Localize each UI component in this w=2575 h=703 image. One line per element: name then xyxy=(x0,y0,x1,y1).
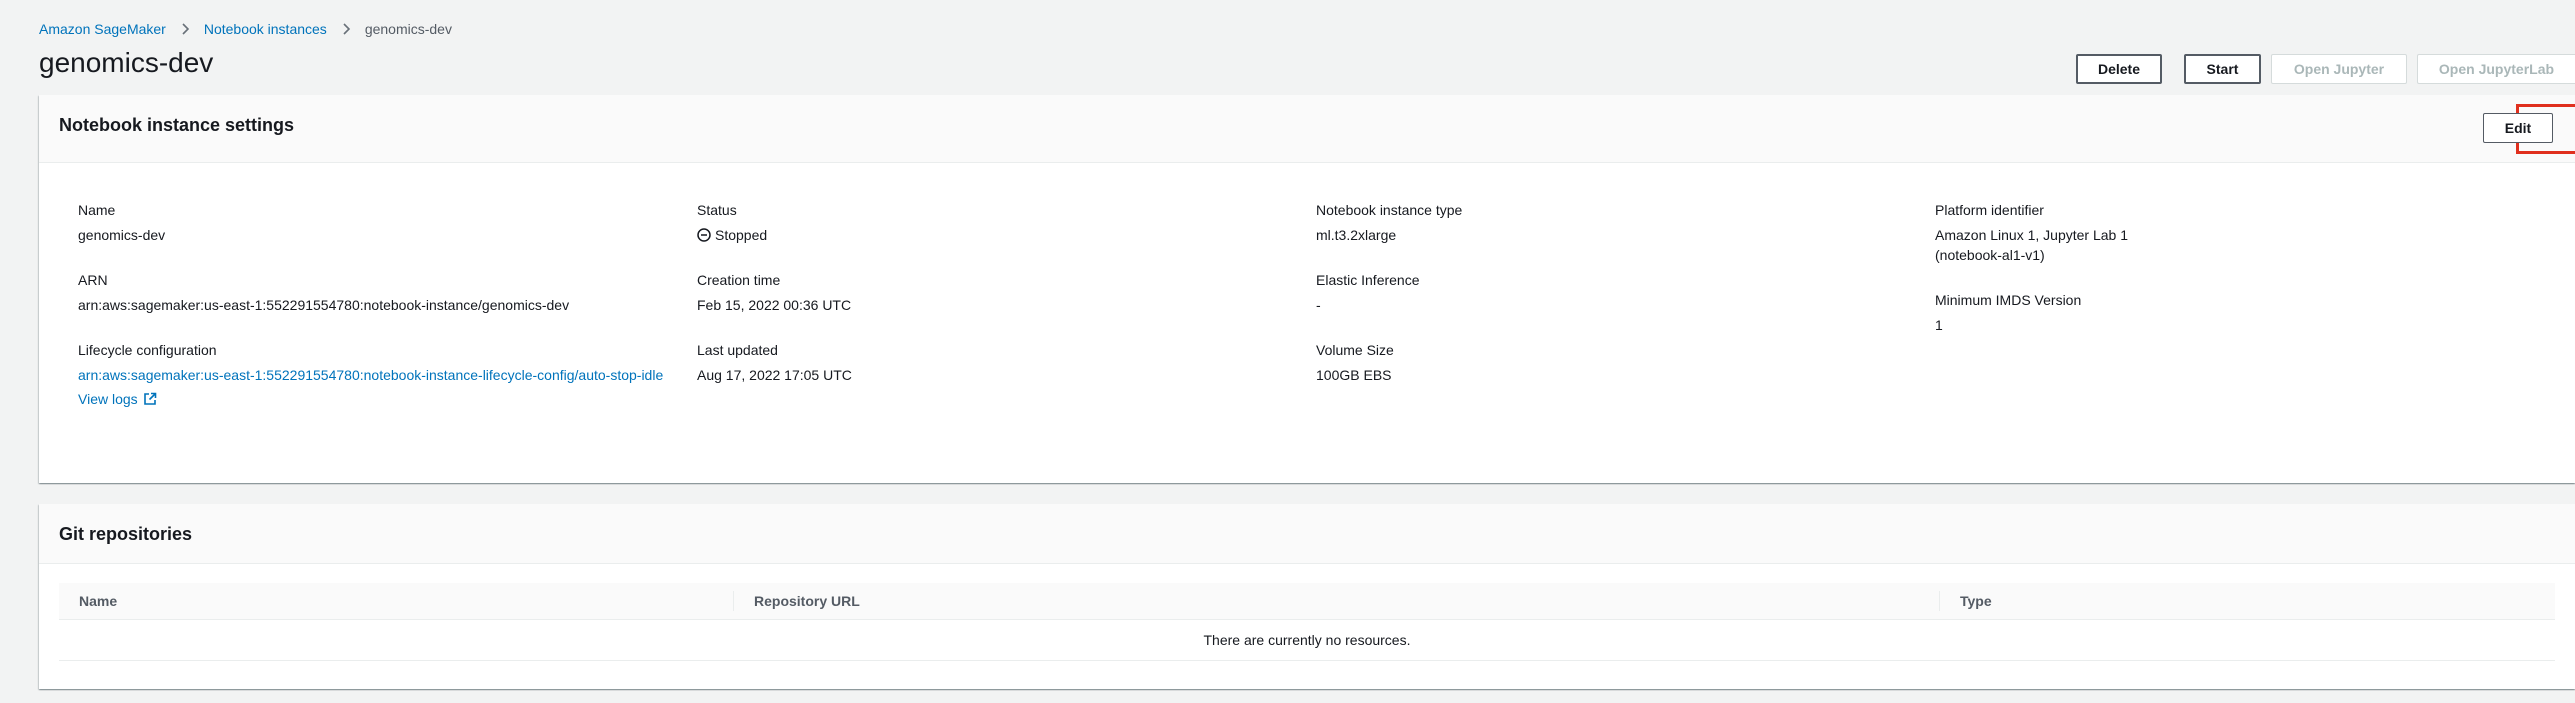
open-jupyterlab-button[interactable]: Open JupyterLab xyxy=(2417,54,2575,84)
field-status: Status Stopped xyxy=(697,200,1297,245)
git-panel-title: Git repositories xyxy=(59,524,193,544)
platform-identifier-line-2: (notebook-al1-v1) xyxy=(1935,247,2045,263)
platform-identifier-value: Amazon Linux 1, Jupyter Lab 1 (notebook-… xyxy=(1935,225,2535,265)
table-header: Name Repository URL Type xyxy=(59,583,2555,620)
imds-label: Minimum IMDS Version xyxy=(1935,292,2082,308)
elastic-inference-label: Elastic Inference xyxy=(1316,272,1420,288)
volume-size-value: 100GB EBS xyxy=(1316,367,1392,383)
status-value: Stopped xyxy=(697,225,1297,245)
last-updated-label: Last updated xyxy=(697,342,778,358)
breadcrumb-amazon-sagemaker[interactable]: Amazon SageMaker xyxy=(39,21,166,37)
table-empty-state: There are currently no resources. xyxy=(59,620,2555,661)
page-title: genomics-dev xyxy=(39,47,214,78)
chevron-right-icon xyxy=(343,23,350,35)
field-arn: ARN arn:aws:sagemaker:us-east-1:55229155… xyxy=(78,270,678,315)
arn-value: arn:aws:sagemaker:us-east-1:552291554780… xyxy=(78,297,570,313)
header-actions: Delete Start Open Jupyter Open JupyterLa… xyxy=(2076,54,2575,84)
instance-type-value: ml.t3.2xlarge xyxy=(1316,227,1397,243)
last-updated-value: Aug 17, 2022 17:05 UTC xyxy=(697,367,852,383)
field-volume-size: Volume Size 100GB EBS xyxy=(1316,340,1916,385)
status-text: Stopped xyxy=(715,227,768,243)
git-repositories-panel: Git repositories Name Repository URL Typ… xyxy=(39,504,2575,689)
field-creation-time: Creation time Feb 15, 2022 00:36 UTC xyxy=(697,270,1297,315)
field-elastic-inference: Elastic Inference - xyxy=(1316,270,1916,315)
external-link-icon xyxy=(143,392,156,405)
instance-type-label: Notebook instance type xyxy=(1316,202,1463,218)
creation-time-label: Creation time xyxy=(697,272,781,288)
field-minimum-imds-version: Minimum IMDS Version 1 xyxy=(1935,290,2535,335)
open-jupyter-button[interactable]: Open Jupyter xyxy=(2271,54,2407,84)
field-instance-type: Notebook instance type ml.t3.2xlarge xyxy=(1316,200,1916,245)
column-header-name: Name xyxy=(59,583,734,619)
delete-button[interactable]: Delete xyxy=(2076,54,2162,84)
notebook-instance-settings-panel: Notebook instance settings Edit Name gen… xyxy=(39,95,2575,483)
name-value: genomics-dev xyxy=(78,227,166,243)
platform-identifier-line-1: Amazon Linux 1, Jupyter Lab 1 xyxy=(1935,227,2129,243)
field-last-updated: Last updated Aug 17, 2022 17:05 UTC xyxy=(697,340,1297,385)
lifecycle-label: Lifecycle configuration xyxy=(78,342,217,358)
git-panel-header: Git repositories xyxy=(39,504,2575,564)
name-label: Name xyxy=(78,202,116,218)
arn-label: ARN xyxy=(78,272,108,288)
settings-panel-header: Notebook instance settings Edit xyxy=(39,95,2575,163)
edit-button[interactable]: Edit xyxy=(2483,113,2553,143)
settings-panel-title: Notebook instance settings xyxy=(59,115,295,135)
breadcrumb-notebook-instances[interactable]: Notebook instances xyxy=(204,21,327,37)
field-lifecycle: Lifecycle configuration arn:aws:sagemake… xyxy=(78,340,668,409)
lifecycle-link[interactable]: arn:aws:sagemaker:us-east-1:552291554780… xyxy=(78,365,668,385)
column-header-type: Type xyxy=(1960,593,1992,609)
volume-size-label: Volume Size xyxy=(1316,342,1394,358)
imds-value: 1 xyxy=(1935,317,1943,333)
elastic-inference-value: - xyxy=(1316,297,1321,313)
breadcrumb-current: genomics-dev xyxy=(364,21,452,37)
git-repositories-table: Name Repository URL Type There are curre… xyxy=(59,583,2555,661)
creation-time-value: Feb 15, 2022 00:36 UTC xyxy=(697,297,852,313)
chevron-right-icon xyxy=(182,23,189,35)
column-header-repository-url: Repository URL xyxy=(734,583,1940,619)
stopped-icon xyxy=(697,228,711,242)
view-logs-label: View logs xyxy=(78,391,138,407)
platform-identifier-label: Platform identifier xyxy=(1935,202,2044,218)
breadcrumb: Amazon SageMaker Notebook instances geno… xyxy=(39,21,452,37)
field-name: Name genomics-dev xyxy=(78,200,678,245)
settings-details: Name genomics-dev ARN arn:aws:sagemaker:… xyxy=(78,200,2575,460)
view-logs-link[interactable]: View logs xyxy=(78,391,157,407)
status-label: Status xyxy=(697,202,737,218)
field-platform-identifier: Platform identifier Amazon Linux 1, Jupy… xyxy=(1935,200,2535,265)
start-button[interactable]: Start xyxy=(2184,54,2261,84)
